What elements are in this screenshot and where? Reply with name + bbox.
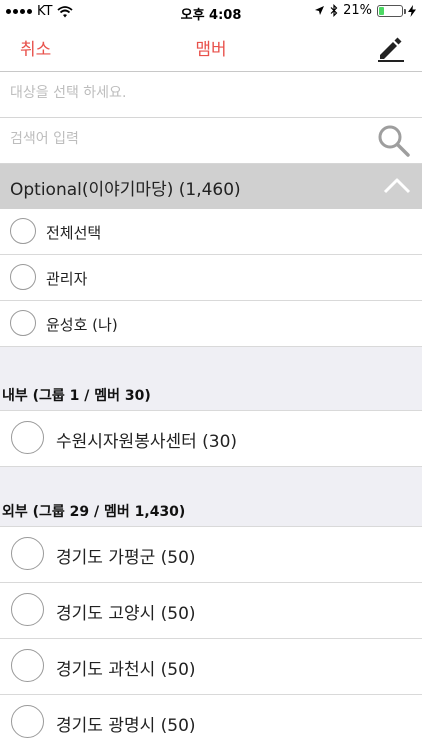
cancel-button[interactable]: 취소 [20,35,51,60]
search-input[interactable] [10,131,350,147]
status-right: 21% [314,3,416,18]
radio-button[interactable] [11,537,44,570]
target-row [0,72,422,118]
status-bar: KT 오후 4:08 21% [0,0,422,24]
nav-title-wrap: 맴버 [0,35,422,60]
page-title: 맴버 [195,40,227,60]
section-title-text: 외부 (그룹 29 / 멤버 1,430) [2,504,186,520]
list-item-label: 전체선택 [46,224,102,242]
location-arrow-icon [315,6,325,15]
battery-icon [377,4,406,17]
group-header[interactable]: Optional(이야기마당) (1,460) [0,164,422,209]
list-item-group[interactable]: 경기도 가평군 (50) [0,527,422,583]
radio-button[interactable] [11,421,44,454]
list-item-group[interactable]: 경기도 과천시 (50) [0,639,422,695]
charging-bolt-icon [408,4,416,17]
list-item-group[interactable]: 경기도 광명시 (50) [0,695,422,750]
section-title-external: 외부 (그룹 29 / 멤버 1,430) [0,493,422,527]
target-input[interactable] [10,85,350,101]
radio-button[interactable] [10,264,36,290]
search-icon [378,125,410,157]
nav-bar: 취소 맴버 [0,24,422,72]
group-label: Optional(이야기마당) (1,460) [10,180,241,200]
list-item-admin[interactable]: 관리자 [0,255,422,301]
list-item-group[interactable]: 경기도 고양시 (50) [0,583,422,639]
list-item-select-all[interactable]: 전체선택 [0,209,422,255]
search-row [0,118,422,164]
list-item-label: 경기도 광명시 (50) [56,716,196,736]
radio-button[interactable] [11,705,44,738]
list-item-me[interactable]: 윤성호 (나) [0,301,422,347]
list-item-label: 경기도 고양시 (50) [56,604,196,624]
battery-percent: 21% [343,3,372,18]
chevron-up-icon [383,178,411,194]
section-title-internal: 내부 (그룹 1 / 멤버 30) [0,377,422,411]
pencil-icon [378,37,404,62]
battery-fill [379,6,384,15]
section-title-text: 내부 (그룹 1 / 멤버 30) [2,388,151,404]
radio-button[interactable] [10,218,36,244]
edit-button[interactable] [376,33,406,63]
section-spacer [0,347,422,377]
list-item-label: 수원시자원봉사센터 (30) [56,432,238,452]
list-item-label: 윤성호 (나) [46,316,118,334]
radio-button[interactable] [10,310,36,336]
bluetooth-icon [330,4,338,17]
list-item-label: 경기도 과천시 (50) [56,660,196,680]
list-item-label: 경기도 가평군 (50) [56,548,196,568]
radio-button[interactable] [11,649,44,682]
list-item-label: 관리자 [46,270,88,288]
list-item-group[interactable]: 수원시자원봉사센터 (30) [0,411,422,467]
search-button[interactable] [376,123,412,159]
radio-button[interactable] [11,593,44,626]
